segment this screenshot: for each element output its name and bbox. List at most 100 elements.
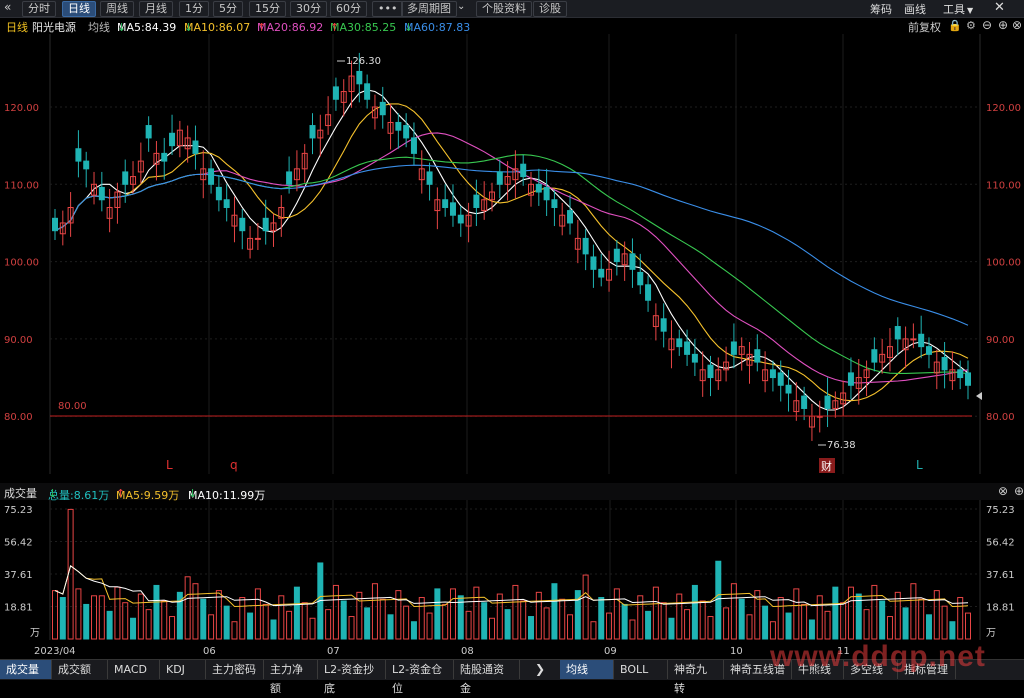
indicator-tab-4[interactable]: 主力密码: [206, 660, 264, 679]
candle-body: [457, 214, 464, 224]
candle-body: [122, 171, 129, 185]
candle-body: [496, 171, 503, 185]
close-icon[interactable]: ✕: [994, 0, 1005, 15]
nav-tab-6[interactable]: 15分: [249, 1, 286, 17]
volume-bar: [567, 614, 574, 640]
candle-body: [637, 271, 644, 286]
candle-body: [356, 70, 363, 85]
nav-tab-11[interactable]: 个股资料: [476, 1, 532, 17]
volume-bar: [278, 595, 285, 640]
volume-bar: [418, 597, 425, 640]
expand-icon[interactable]: ⊕: [1014, 484, 1024, 498]
overlay-tab-2[interactable]: 神奇九转: [668, 660, 724, 695]
arrow-down-icon: ↓: [48, 487, 58, 500]
close-icon[interactable]: ⊗: [998, 484, 1008, 498]
nav-tab-4[interactable]: 1分: [179, 1, 209, 17]
indicator-tab-0[interactable]: 成交量: [0, 660, 52, 679]
nav-tab-8[interactable]: 60分: [330, 1, 367, 17]
double-chevron-left-icon[interactable]: «: [4, 0, 11, 14]
nav-tab-7[interactable]: 30分: [290, 1, 327, 17]
volume-bar: [332, 584, 339, 640]
candle-body: [169, 132, 176, 147]
candle-body: [426, 171, 433, 185]
nav-tab-1[interactable]: 日线: [62, 1, 96, 17]
candle-body: [910, 338, 917, 341]
indicator-tab-2[interactable]: MACD: [108, 660, 160, 679]
volume-bar: [793, 588, 800, 640]
volume-bar: [613, 588, 620, 640]
indicator-tab-3[interactable]: KDJ: [160, 660, 206, 679]
volume-chart[interactable]: 75.23 75.23 56.42 56.42 37.61 37.61 18.81 18.81…: [0, 500, 1024, 659]
top-navigation: « 分时 日线 周线 月线 1分 5分 15分 30分 60分 ••• 多周期图 ⌄ 个股资料 诊股 筹码…: [0, 0, 1024, 18]
volume-bar: [535, 591, 542, 640]
lock-icon[interactable]: 🔒: [948, 19, 962, 32]
volume-bar: [715, 560, 722, 640]
candle-body: [262, 217, 269, 232]
low-marker: 76.38: [818, 440, 856, 451]
volume-bar: [668, 617, 675, 640]
volume-ma10-line: [54, 564, 969, 607]
indicator-tab-5[interactable]: 主力净额: [264, 660, 318, 695]
tools-button[interactable]: 工具 ▼: [943, 1, 973, 17]
volume-x-tick: 10: [730, 646, 743, 657]
candle-body: [551, 199, 558, 208]
nav-tab-12[interactable]: 诊股: [533, 1, 567, 17]
nav-tab-10[interactable]: 多周期图: [401, 1, 457, 17]
indicator-tab-1[interactable]: 成交额: [52, 660, 108, 679]
candle-body: [824, 395, 831, 409]
indicator-tab-8[interactable]: 陆股通资金: [454, 660, 520, 695]
volume-unit-left: 万: [30, 628, 40, 639]
indicator-tab-6[interactable]: L2-资金抄底: [318, 660, 386, 695]
candle-body: [83, 160, 90, 170]
candle-body: [613, 248, 620, 263]
volume-bar: [785, 612, 792, 640]
volume-bar: [239, 597, 246, 640]
candle-body: [208, 168, 215, 185]
nav-tab-0[interactable]: 分时: [22, 1, 56, 17]
nav-tab-9[interactable]: •••: [372, 1, 404, 17]
zoom-in-icon[interactable]: ⊕: [998, 18, 1008, 32]
arrow-down-icon: ↓: [188, 487, 198, 500]
nav-tab-2[interactable]: 周线: [100, 1, 134, 17]
indicator-tab-7[interactable]: L2-资金仓位: [386, 660, 454, 695]
volume-bar: [340, 600, 347, 640]
candle-body: [410, 137, 417, 154]
volume-bar: [863, 609, 870, 640]
draw-line-button[interactable]: 画线: [904, 1, 926, 17]
volume-bar: [871, 584, 878, 640]
candle-body: [645, 284, 652, 301]
volume-bar: [707, 616, 714, 640]
settings-icon[interactable]: ⚙: [966, 19, 976, 32]
volume-bar: [488, 617, 495, 640]
overlay-tab-0[interactable]: 均线: [560, 660, 614, 679]
nav-tab-3[interactable]: 月线: [139, 1, 173, 17]
volume-bar: [528, 616, 535, 640]
volume-bar: [122, 602, 129, 640]
zoom-out-icon[interactable]: ⊖: [982, 18, 992, 32]
volume-y-tick-left: 18.81: [4, 602, 33, 613]
kline-chart[interactable]: 120.00 120.00 110.00 110.00 100.00 100.00 90.0…: [0, 34, 1024, 484]
chip-distribution-button[interactable]: 筹码: [870, 1, 892, 17]
volume-y-tick-right: 18.81: [986, 602, 1015, 613]
nav-tab-5[interactable]: 5分: [213, 1, 243, 17]
chevron-down-icon: ⌄: [457, 1, 466, 12]
volume-bar: [106, 610, 113, 640]
ma5-line: [54, 89, 969, 411]
volume-bar: [59, 597, 66, 640]
overlay-tab-1[interactable]: BOLL: [614, 660, 668, 679]
y-tick-right: 80.00: [986, 412, 1015, 423]
chevron-right-icon[interactable]: ❯: [535, 662, 545, 676]
y-tick-left: 110.00: [4, 180, 39, 191]
volume-bar: [824, 610, 831, 640]
candle-body: [777, 372, 784, 386]
volume-bar: [777, 597, 784, 640]
volume-bar: [551, 583, 558, 640]
volume-bar: [660, 602, 667, 640]
adjust-button[interactable]: 前复权: [908, 19, 941, 35]
volume-x-tick: 08: [461, 646, 474, 657]
volume-bar: [403, 605, 410, 640]
close-icon[interactable]: ⊗: [1012, 18, 1022, 32]
volume-bar: [473, 586, 480, 640]
arrow-down-icon: ↓: [184, 21, 194, 34]
volume-bar: [83, 603, 90, 640]
